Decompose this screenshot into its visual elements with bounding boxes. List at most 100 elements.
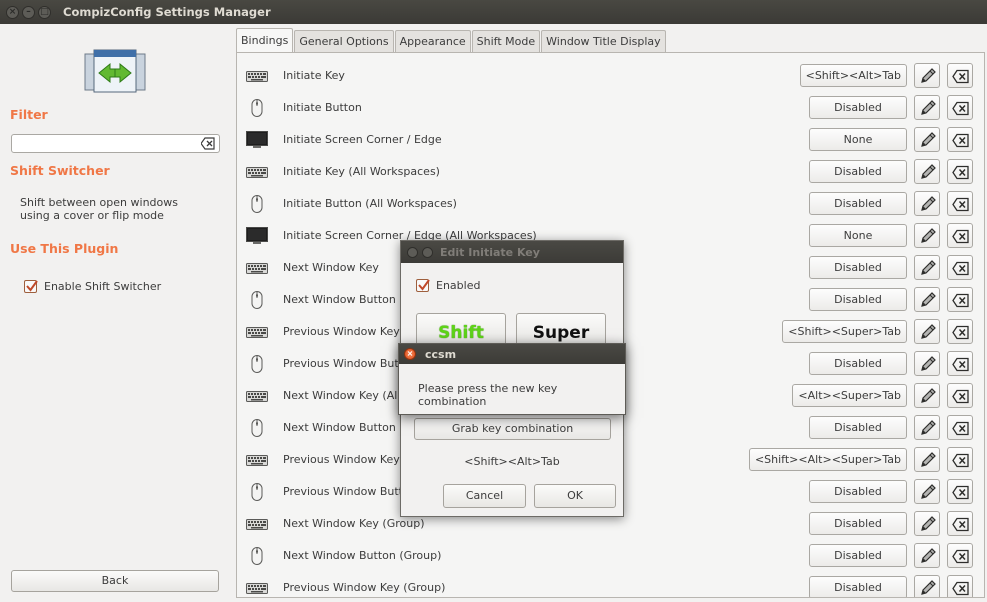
clear-icon	[952, 101, 969, 116]
checkmark-icon	[418, 279, 430, 291]
edit-binding-button[interactable]	[914, 479, 940, 504]
clear-binding-button[interactable]	[947, 63, 973, 88]
dialog-minimize-button[interactable]	[422, 246, 433, 258]
window-controls: × – □	[6, 5, 51, 19]
binding-row: Initiate Key <Shift><Alt>Tab	[237, 60, 984, 92]
minimize-window-button[interactable]: –	[22, 5, 35, 19]
clear-binding-button[interactable]	[947, 383, 973, 408]
keyboard-icon	[246, 323, 268, 341]
clear-binding-button[interactable]	[947, 95, 973, 120]
edit-binding-button[interactable]	[914, 255, 940, 280]
clear-icon	[952, 325, 969, 340]
binding-name: Initiate Key	[283, 69, 345, 82]
clear-filter-icon[interactable]	[201, 137, 215, 150]
enabled-checkbox[interactable]	[416, 279, 430, 292]
mouse-icon	[246, 291, 268, 309]
edit-binding-button[interactable]	[914, 223, 940, 248]
edit-binding-button[interactable]	[914, 63, 940, 88]
binding-row: Previous Window Key (Group) Disabled	[237, 572, 984, 597]
mouse-icon	[246, 483, 268, 501]
maximize-window-button[interactable]: □	[38, 5, 51, 19]
binding-value-button[interactable]: Disabled	[809, 416, 907, 439]
pencil-icon	[921, 228, 936, 243]
edit-binding-button[interactable]	[914, 383, 940, 408]
edit-binding-button[interactable]	[914, 351, 940, 376]
tab-bindings[interactable]: Bindings	[236, 28, 294, 53]
edit-binding-button[interactable]	[914, 447, 940, 472]
close-window-button[interactable]: ×	[6, 5, 19, 19]
clear-binding-button[interactable]	[947, 127, 973, 152]
binding-row: Initiate Key (All Workspaces) Disabled	[237, 156, 984, 188]
cancel-button[interactable]: Cancel	[443, 484, 526, 508]
edit-binding-button[interactable]	[914, 511, 940, 536]
pencil-icon	[921, 292, 936, 307]
clear-binding-button[interactable]	[947, 511, 973, 536]
enabled-label: Enabled	[436, 279, 481, 292]
binding-value-button[interactable]: <Shift><Super>Tab	[782, 320, 907, 343]
mouse-icon	[246, 195, 268, 213]
pencil-icon	[921, 516, 936, 531]
edit-binding-button[interactable]	[914, 415, 940, 440]
binding-row: Next Window Button (Group) Disabled	[237, 540, 984, 572]
clear-binding-button[interactable]	[947, 351, 973, 376]
clear-icon	[952, 485, 969, 500]
binding-value-button[interactable]: Disabled	[809, 160, 907, 183]
binding-name: Initiate Button (All Workspaces)	[283, 197, 457, 210]
clear-binding-button[interactable]	[947, 287, 973, 312]
binding-value-button[interactable]: Disabled	[809, 192, 907, 215]
binding-value-button[interactable]: Disabled	[809, 352, 907, 375]
binding-value-button[interactable]: Disabled	[809, 288, 907, 311]
binding-value-button[interactable]: <Shift><Alt>Tab	[799, 64, 907, 87]
pencil-icon	[921, 132, 936, 147]
clear-binding-button[interactable]	[947, 543, 973, 568]
edit-binding-button[interactable]	[914, 543, 940, 568]
clear-icon	[952, 549, 969, 564]
clear-binding-button[interactable]	[947, 319, 973, 344]
binding-value-button[interactable]: <Shift><Alt><Super>Tab	[748, 448, 907, 471]
enable-plugin-checkbox[interactable]	[24, 280, 38, 293]
binding-value-button[interactable]: <Alt><Super>Tab	[792, 384, 907, 407]
binding-value-button[interactable]: Disabled	[809, 544, 907, 567]
close-icon[interactable]: ×	[404, 348, 416, 360]
clear-binding-button[interactable]	[947, 479, 973, 504]
edit-binding-button[interactable]	[914, 95, 940, 120]
binding-value-button[interactable]: Disabled	[809, 96, 907, 119]
clear-icon	[952, 229, 969, 244]
clear-binding-button[interactable]	[947, 159, 973, 184]
clear-binding-button[interactable]	[947, 447, 973, 472]
clear-binding-button[interactable]	[947, 415, 973, 440]
binding-value-button[interactable]: Disabled	[809, 576, 907, 597]
binding-value-button[interactable]: None	[809, 224, 907, 247]
back-button[interactable]: Back	[11, 570, 219, 592]
binding-value-button[interactable]: None	[809, 128, 907, 151]
clear-binding-button[interactable]	[947, 223, 973, 248]
binding-value-button[interactable]: Disabled	[809, 480, 907, 503]
tab-appearance[interactable]: Appearance	[394, 30, 471, 53]
filter-input[interactable]	[11, 134, 220, 153]
edit-binding-button[interactable]	[914, 575, 940, 597]
binding-value-button[interactable]: Disabled	[809, 256, 907, 279]
clear-binding-button[interactable]	[947, 575, 973, 597]
filter-heading: Filter	[10, 107, 48, 122]
clear-binding-button[interactable]	[947, 255, 973, 280]
dialog-close-button[interactable]	[407, 246, 418, 258]
enable-plugin-label: Enable Shift Switcher	[44, 280, 162, 293]
edit-binding-button[interactable]	[914, 159, 940, 184]
edit-binding-button[interactable]	[914, 287, 940, 312]
mouse-icon	[246, 547, 268, 565]
mouse-icon	[246, 355, 268, 373]
ok-button[interactable]: OK	[534, 484, 616, 508]
keyboard-icon	[246, 163, 268, 181]
clear-icon	[952, 421, 969, 436]
grab-key-combination-button[interactable]: Grab key combination	[414, 418, 611, 440]
clear-binding-button[interactable]	[947, 191, 973, 216]
edit-binding-button[interactable]	[914, 319, 940, 344]
plugin-description: Shift between open windows using a cover…	[20, 196, 178, 222]
pencil-icon	[921, 388, 936, 403]
edit-binding-button[interactable]	[914, 127, 940, 152]
tab-general-options[interactable]: General Options	[294, 30, 394, 53]
edit-binding-button[interactable]	[914, 191, 940, 216]
tab-shift-mode[interactable]: Shift Mode	[471, 30, 541, 53]
tab-window-title-display[interactable]: Window Title Display	[541, 30, 666, 53]
binding-value-button[interactable]: Disabled	[809, 512, 907, 535]
